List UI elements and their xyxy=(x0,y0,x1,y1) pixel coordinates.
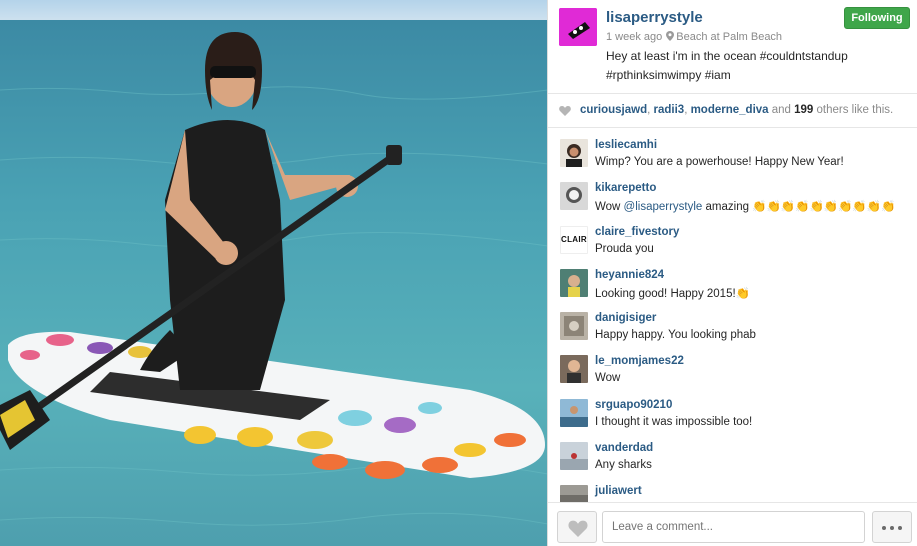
liker-2[interactable]: radii3 xyxy=(654,104,685,116)
avatar-graphic xyxy=(560,312,588,341)
post-photo[interactable] xyxy=(0,0,548,546)
commenter-avatar[interactable] xyxy=(560,398,588,427)
comment-suffix: amazing 👏👏👏👏👏👏👏👏👏👏 xyxy=(702,201,896,214)
comment-item: vanderdad Any sharks xyxy=(548,432,917,475)
commenter-avatar[interactable] xyxy=(560,139,588,167)
comment-text: Any sharks xyxy=(595,459,652,472)
post-meta: 1 week ago Beach at Palm Beach xyxy=(606,31,782,43)
heart-icon xyxy=(559,106,571,116)
comment-item: lesliecamhi Wimp? You are a powerhouse! … xyxy=(548,129,917,172)
comment-prefix: Wow xyxy=(595,201,624,214)
commenter-avatar[interactable] xyxy=(560,182,588,211)
comments-list[interactable]: lesliecamhi Wimp? You are a powerhouse! … xyxy=(548,129,917,502)
commenter-avatar[interactable] xyxy=(560,355,588,384)
comment-composer xyxy=(548,502,917,546)
owner-avatar-graphic xyxy=(559,8,597,46)
comment-username[interactable]: danigisiger xyxy=(595,312,656,324)
owner-username[interactable]: lisaperrystyle xyxy=(606,9,703,26)
avatar-graphic xyxy=(560,485,588,502)
likes-and: and xyxy=(768,104,795,116)
liker-3[interactable]: moderne_diva xyxy=(691,104,769,116)
commenter-avatar[interactable] xyxy=(560,268,588,297)
comment-username[interactable]: vanderdad xyxy=(595,442,653,454)
commenter-avatar[interactable] xyxy=(560,442,588,471)
likes-others-text: others like this. xyxy=(813,104,894,116)
comment-text: Wow xyxy=(595,372,621,385)
likes-count[interactable]: 199 xyxy=(794,104,813,116)
comment-username[interactable]: claire_fivestory xyxy=(595,226,679,238)
post-header: lisaperrystyle Following 1 week ago Beach… xyxy=(548,0,917,94)
heart-icon xyxy=(568,520,588,537)
comment-username[interactable]: le_momjames22 xyxy=(595,355,684,367)
likes-summary: curiousjawd, radii3, moderne_diva and 19… xyxy=(548,94,917,128)
commenter-avatar[interactable]: CLAIRE xyxy=(560,225,588,254)
comment-username[interactable]: lesliecamhi xyxy=(595,139,657,151)
comment-item: juliawert xyxy=(548,475,917,502)
post-caption: Hey at least i'm in the ocean #couldntst… xyxy=(606,47,906,85)
comment-username[interactable]: heyannie824 xyxy=(595,269,664,281)
comment-mention[interactable]: @lisaperrystyle xyxy=(624,201,703,213)
avatar-graphic xyxy=(560,182,588,211)
avatar-graphic xyxy=(560,442,588,471)
avatar-graphic xyxy=(560,398,588,427)
post-location[interactable]: Beach at Palm Beach xyxy=(676,31,782,43)
comment-text: Happy happy. You looking phab xyxy=(595,329,756,342)
post-time: 1 week ago xyxy=(606,31,663,43)
avatar-graphic xyxy=(560,355,588,384)
like-button[interactable] xyxy=(557,511,597,543)
comment-username[interactable]: kikarepetto xyxy=(595,182,656,194)
comment-item: kikarepetto Wow @lisaperrystyle amazing … xyxy=(548,172,917,215)
comment-item: CLAIRE claire_fivestory Prouda you xyxy=(548,216,917,259)
comment-text: I thought it was impossible too! xyxy=(595,415,753,428)
liker-1[interactable]: curiousjawd xyxy=(580,104,647,116)
more-options-button[interactable] xyxy=(872,511,912,543)
more-options-icon xyxy=(882,526,886,530)
comment-text: Wow @lisaperrystyle amazing 👏👏👏👏👏👏👏👏👏👏 xyxy=(595,199,895,213)
caption-line-2: #rpthinksimwimpy #iam xyxy=(606,68,731,82)
comment-username[interactable]: srguapo90210 xyxy=(595,399,672,411)
owner-avatar[interactable] xyxy=(559,8,597,46)
photo-illustration xyxy=(0,0,548,546)
more-options-icon xyxy=(890,526,894,530)
avatar-wordmark: CLAIRE xyxy=(561,234,587,244)
instagram-post-view: lisaperrystyle Following 1 week ago Beach… xyxy=(0,0,917,546)
comment-input[interactable] xyxy=(602,511,865,543)
comment-item: danigisiger Happy happy. You looking pha… xyxy=(548,302,917,345)
comment-item: le_momjames22 Wow xyxy=(548,345,917,388)
following-button[interactable]: Following xyxy=(844,7,910,29)
location-pin-icon xyxy=(666,31,675,41)
comment-username[interactable]: juliawert xyxy=(595,485,642,497)
more-options-icon xyxy=(898,526,902,530)
post-details-panel: lisaperrystyle Following 1 week ago Beach… xyxy=(548,0,917,546)
comment-text: Looking good! Happy 2015!👏 xyxy=(595,287,750,300)
comment-item: heyannie824 Looking good! Happy 2015!👏 xyxy=(548,259,917,302)
commenter-avatar[interactable] xyxy=(560,312,588,341)
avatar-graphic xyxy=(560,139,588,167)
comment-item: srguapo90210 I thought it was impossible… xyxy=(548,389,917,432)
avatar-graphic xyxy=(560,268,588,297)
comment-text: Prouda you xyxy=(595,242,654,255)
comment-text: Wimp? You are a powerhouse! Happy New Ye… xyxy=(595,156,844,168)
caption-line-1: Hey at least i'm in the ocean #couldntst… xyxy=(606,49,848,63)
commenter-avatar[interactable] xyxy=(560,485,588,502)
